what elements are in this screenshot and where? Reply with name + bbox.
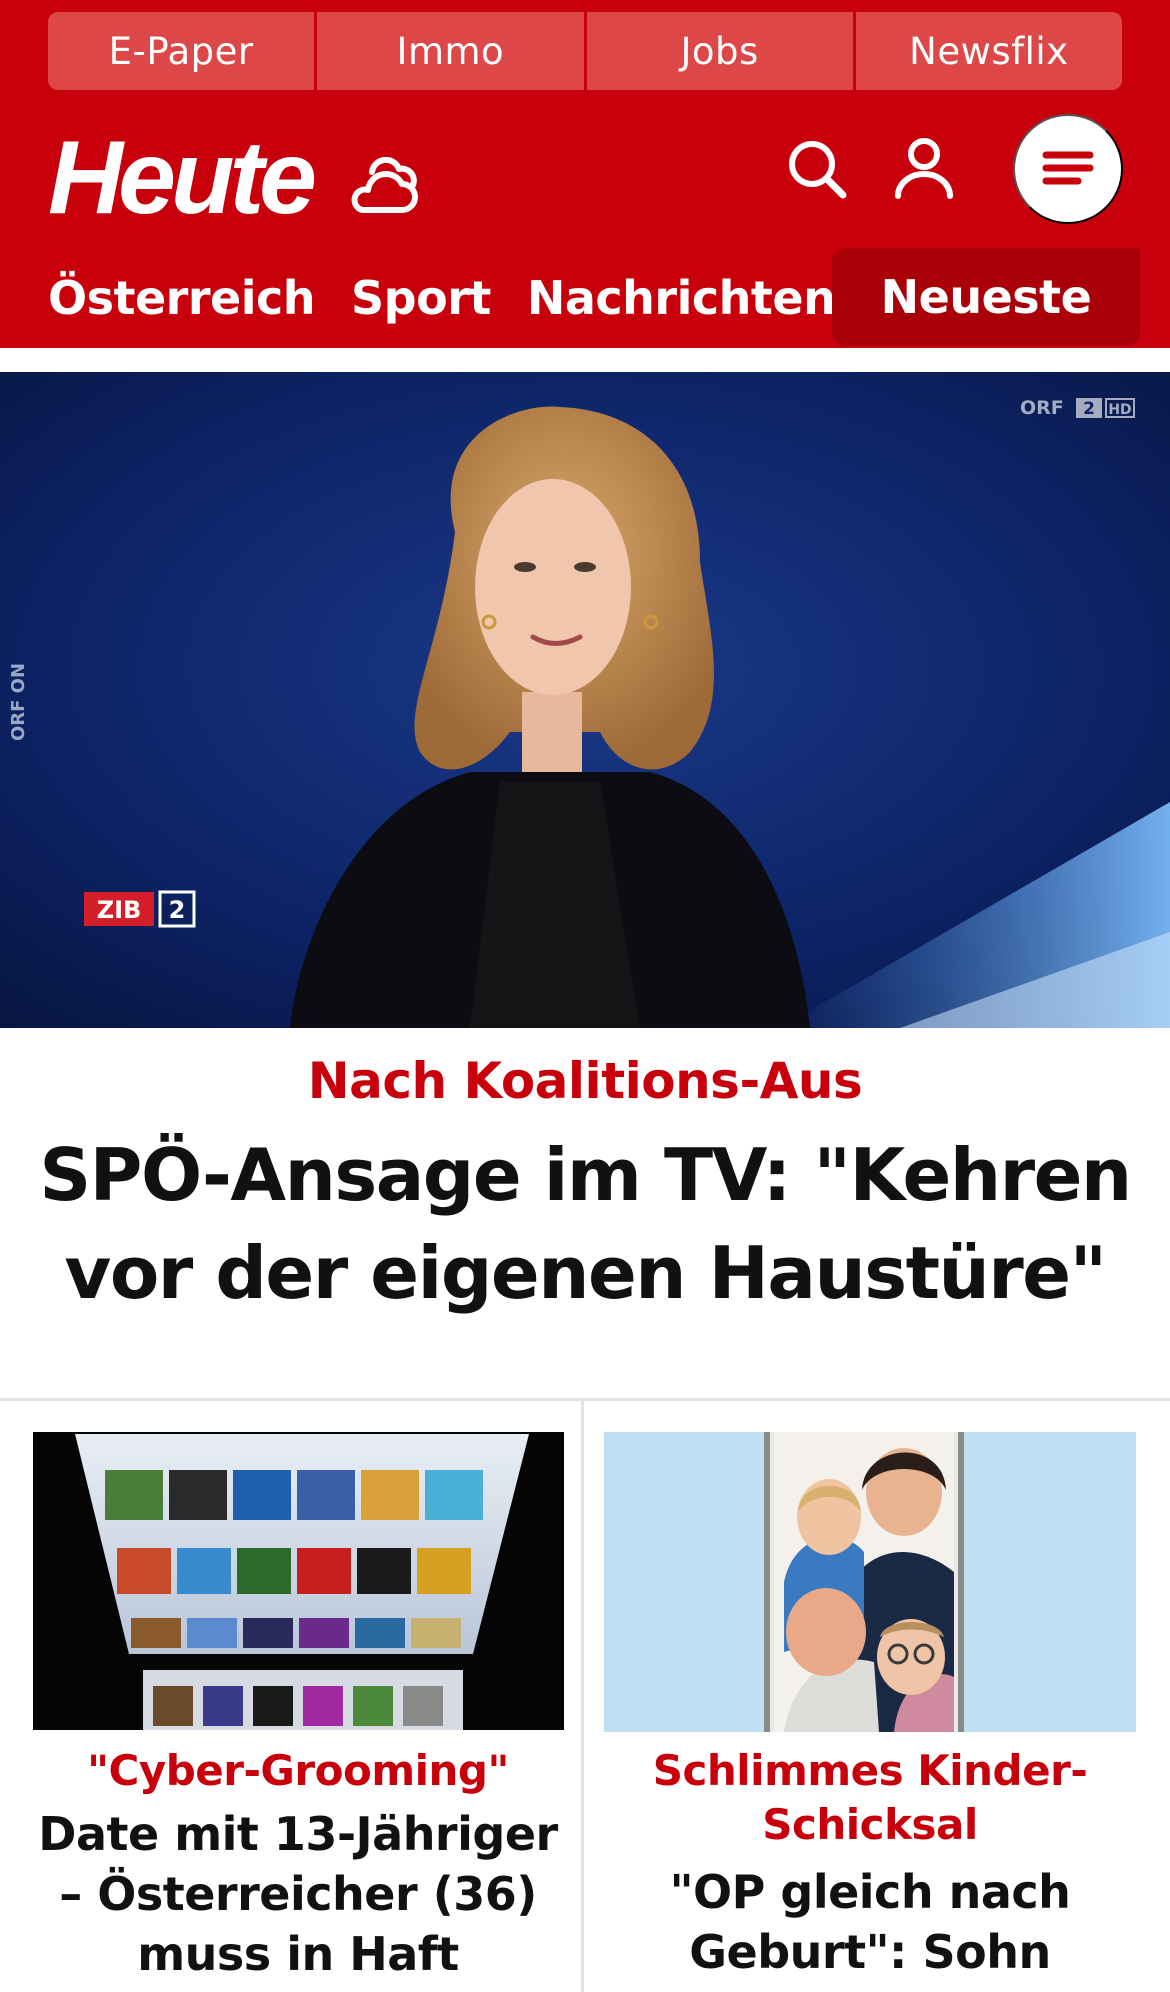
nav-item-oesterreich[interactable]: Österreich <box>48 271 316 325</box>
service-bar: E-Paper Immo Jobs Newsflix <box>48 12 1122 90</box>
page: E-Paper Immo Jobs Newsflix Heute Österre… <box>0 0 1170 1992</box>
topbar-item-immo[interactable]: Immo <box>317 12 584 90</box>
column-divider <box>581 1401 584 1992</box>
card-image-family-photo[interactable] <box>604 1432 1136 1732</box>
user-icon[interactable] <box>892 136 956 200</box>
hero-headline[interactable]: SPÖ-Ansage im TV: "Kehren vor der eigene… <box>30 1126 1140 1322</box>
topbar-item-epaper[interactable]: E-Paper <box>48 12 315 90</box>
nav-item-neueste[interactable]: Neueste <box>832 248 1140 346</box>
hero-image[interactable]: ORF ON ORF 2 HD ZIB 2 <box>0 372 1170 1028</box>
main-nav: Österreich Sport Nachrichten <box>48 248 871 348</box>
weather-cloud-icon[interactable] <box>346 150 424 216</box>
menu-button[interactable] <box>1013 114 1123 224</box>
topbar-item-jobs[interactable]: Jobs <box>586 12 853 90</box>
card-headline[interactable]: "OP gleich nach Geburt": Sohn wurde <box>604 1862 1136 1992</box>
orf-on-label: ORF ON <box>8 663 29 741</box>
quality-label: HD <box>1108 402 1131 418</box>
hero-kicker: Nach Koalitions-Aus <box>307 1052 863 1110</box>
topbar-item-newsflix[interactable]: Newsflix <box>855 12 1122 90</box>
site-header: E-Paper Immo Jobs Newsflix Heute Österre… <box>0 0 1170 348</box>
site-logo[interactable]: Heute <box>48 118 317 238</box>
show-number: 2 <box>169 896 186 924</box>
menu-icon <box>1042 151 1094 188</box>
nav-item-sport[interactable]: Sport <box>351 271 491 325</box>
card-kicker: Schlimmes Kinder-Schicksal <box>652 1746 1088 1849</box>
show-logo: ZIB 2 <box>84 890 196 928</box>
card-kicker: "Cyber-Grooming" <box>87 1746 509 1795</box>
card-image-cyber-grooming[interactable] <box>33 1432 564 1730</box>
show-name: ZIB <box>97 896 142 924</box>
channel-name: ORF <box>1020 397 1064 419</box>
nav-item-nachrichten[interactable]: Nachrichten <box>527 271 836 325</box>
section-divider <box>0 1398 1170 1401</box>
card-headline[interactable]: Date mit 13-Jähriger – Österreicher (36)… <box>20 1804 576 1984</box>
channel-number: 2 <box>1083 399 1095 419</box>
search-icon[interactable] <box>786 138 848 200</box>
